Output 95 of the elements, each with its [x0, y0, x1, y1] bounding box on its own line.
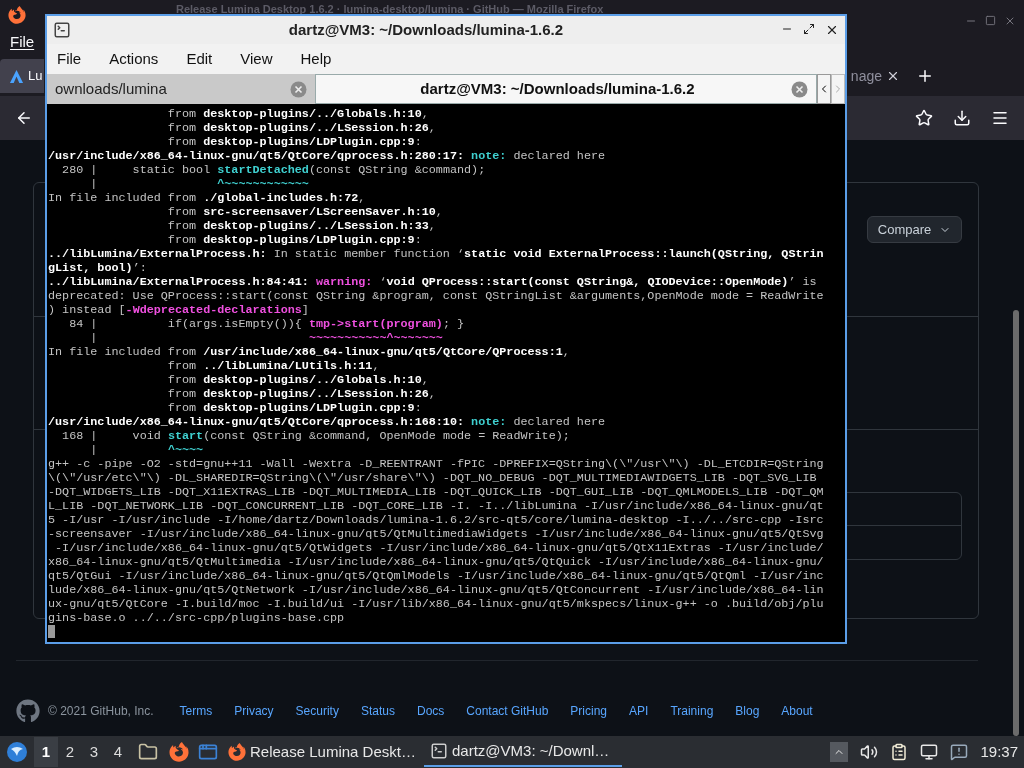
- terminal-line: gins-base.o ../../src-cpp/plugins-base.cpp: [48, 611, 345, 625]
- menu-item[interactable]: File: [10, 30, 35, 54]
- terminal-output[interactable]: [47, 104, 845, 642]
- terminal-line: /usr/include/x86_64-linux-gnu/qt5/QtCore/qprocess.h:168:10: note: declared here: [48, 415, 606, 429]
- close-icon[interactable]: [825, 23, 839, 37]
- terminal-line: /usr/include/x86_64-linux-gnu/qt5/QtCore/qprocess.h:280:17: note: declared here: [48, 149, 606, 163]
- menu-icon[interactable]: [991, 109, 1009, 127]
- terminal-line: qt5/QtGui -I/usr/include/x86_64-linux-gnu/qt5/QtQmlModels -I/usr/include/x86_64-linux-gnu/qt5/QtQml -I/usr/inc: [48, 569, 824, 583]
- terminal-line: ux-gnu/qt5/QtCore -I.build/moc -I.build/ui -I/usr/lib/x86_64-linux-gnu/qt5/mkspecs/linux-g++ -o .build/obj/plu: [48, 597, 824, 611]
- github-logo-icon[interactable]: [16, 699, 40, 723]
- menu-item[interactable]: File: [57, 47, 82, 71]
- terminal-line: from desktop-plugins/../LSession.h:26,: [166, 121, 436, 135]
- menu-item[interactable]: Edit: [186, 47, 213, 71]
- clipboard-icon[interactable]: [890, 743, 909, 761]
- window-icon[interactable]: [198, 742, 218, 762]
- terminal-line: \(\"/usr/etc\"\) -DL_SHAREDIR=QString\(\"/usr/share\"\) -DQT_NO_DEBUG -DQT_MULTIMEDIAWIDGETS_LIB -DQT_SVG_LIB: [48, 471, 817, 485]
- terminal-line: from desktop-plugins/LDPlugin.cpp:9:: [166, 233, 422, 247]
- terminal-line: gList, bool)’:: [48, 261, 147, 275]
- cursor: [48, 625, 55, 638]
- folder-icon[interactable]: [138, 742, 158, 762]
- terminal-line: -DQT_WIDGETS_LIB -DQT_X11EXTRAS_LIB -DQT_MULTIMEDIA_LIB -DQT_QUICK_LIB -DQT_GUI_LIB -DQT_QMLMODELS_LIB -DQT_QM: [48, 485, 824, 499]
- footer-link[interactable]: Privacy: [234, 702, 274, 720]
- terminal-line: from desktop-plugins/../Globals.h:10,: [166, 373, 429, 387]
- workspace-button[interactable]: 3: [82, 737, 106, 767]
- terminal-line: x86_64-linux-gnu/qt5/QtMultimedia -I/usr/include/x86_64-linux-gnu/qt5/QtQuick -I/usr/include/x86_64-linux-gnu/: [48, 555, 824, 569]
- footer-link[interactable]: Security: [295, 702, 339, 720]
- menu-item[interactable]: Help: [300, 47, 332, 71]
- terminal-line: L_LIB -DQT_NETWORK_LIB -DQT_CONCURRENT_LIB -DQT_CORE_LIB -I. -I../libLumina -I/usr/include/x86_64-linux-gnu/qt: [48, 499, 824, 513]
- footer-link[interactable]: Docs: [416, 702, 445, 720]
- new-tab-icon[interactable]: [916, 67, 934, 85]
- terminal-line: 168 | void start(const QString &command, OpenMode mode = ReadWrite);: [61, 429, 570, 443]
- task-button[interactable]: Release Lumina Deskt…: [222, 737, 420, 767]
- footer-link[interactable]: Contact GitHub: [466, 702, 549, 720]
- terminal-line: g++ -c -pipe -O2 -std=gnu++11 -Wall -Wextra -D_REENTRANT -fPIC -DPREFIX=QString\(\"/usr\"\) -DL_ETCDIR=QString: [48, 457, 824, 471]
- download-icon[interactable]: [953, 109, 971, 127]
- copyright-text: © 2021 GitHub, Inc.: [48, 703, 154, 720]
- terminal-line: from src-screensaver/LScreenSaver.h:10,: [166, 205, 443, 219]
- terminal-line: ../libLumina/ExternalProcess.h: In static member function ‘static void ExternalProcess::launch(QString, QStrin: [48, 247, 824, 261]
- terminal-line: 5 -I/usr -I/usr/include -I/home/dartz/Downloads/lumina-1.6.2/src-qt5/core/lumina-desktop -I../../src-cpp -Isrc: [48, 513, 824, 527]
- terminal-line: from desktop-plugins/../LSession.h:26,: [166, 387, 436, 401]
- terminal-line: deprecated: Use QProcess::start(const QString &program, const QStringList &arguments,OpenMode mode = ReadWrite: [48, 289, 824, 303]
- firefox-icon: [228, 743, 246, 761]
- terminal-icon: [53, 21, 71, 39]
- scrollbar-thumb[interactable]: [1013, 310, 1019, 736]
- terminal-line: 280 | static bool startDetached(const QString &command);: [61, 163, 486, 177]
- firefox-icon[interactable]: [169, 742, 189, 762]
- terminal-line: from desktop-plugins/../Globals.h:10,: [166, 107, 429, 121]
- footer-link[interactable]: Status: [360, 702, 395, 720]
- terminal-line: -I/usr/include/x86_64-linux-gnu/qt5/QtWidgets -I/usr/include/x86_64-linux-gnu/qt5/QtX11Extras -I/usr/include/: [54, 541, 824, 555]
- terminal-line: from ../libLumina/LUtils.h:11,: [166, 359, 380, 373]
- workspace-button[interactable]: 1: [34, 737, 58, 767]
- tray-expand-button[interactable]: [830, 742, 849, 762]
- clock[interactable]: 19:37: [980, 740, 1018, 764]
- notification-icon[interactable]: [950, 743, 969, 761]
- back-icon[interactable]: [15, 109, 33, 127]
- workspace-button[interactable]: 2: [58, 737, 82, 767]
- close-icon[interactable]: [886, 69, 900, 83]
- window-title: Release Lumina Desktop 1.6.2 · lumina-desktop/lumina · GitHub — Mozilla Firefox: [176, 2, 604, 17]
- menu-item[interactable]: View: [240, 47, 273, 71]
- footer-link[interactable]: API: [629, 702, 649, 720]
- browser-tab[interactable]: nage: [848, 59, 904, 93]
- terminal-line: from desktop-plugins/../LSession.h:33,: [166, 219, 436, 233]
- task-button[interactable]: dartz@VM3: ~/Downl…: [424, 737, 622, 767]
- footer-link[interactable]: Blog: [735, 702, 760, 720]
- mountain-icon: [9, 68, 24, 84]
- window-title: dartz@VM3: ~/Downloads/lumina-1.6.2: [287, 19, 565, 40]
- star-icon[interactable]: [915, 109, 933, 127]
- terminal-line: lude/x86_64-linux-gnu/qt5/QtNetwork -I/usr/include/x86_64-linux-gnu/qt5/QtConcurrent -I/usr/include/x86_64-lin: [48, 583, 824, 597]
- footer-link[interactable]: Pricing: [570, 702, 608, 720]
- terminal-line: | ^~~~~: [89, 443, 204, 457]
- terminal-tab[interactable]: dartz@VM3: ~/Downloads/lumina-1.6.2: [315, 74, 817, 104]
- terminal-line: from desktop-plugins/LDPlugin.cpp:9:: [166, 401, 422, 415]
- terminal-line: ) instead [-Wdeprecated-declarations]: [48, 303, 309, 317]
- maximize-icon[interactable]: [803, 23, 815, 35]
- start-menu-icon[interactable]: [6, 741, 28, 763]
- terminal-line: In file included from /usr/include/x86_64-linux-gnu/qt5/QtCore/QProcess:1,: [48, 345, 570, 359]
- terminal-line: ../libLumina/ExternalProcess.h:84:41: warning: ‘void QProcess::start(const QString&, QIODevice::OpenMode)’ is: [48, 275, 817, 289]
- browser-tab[interactable]: Lu: [0, 59, 44, 93]
- compare-button[interactable]: Compare: [867, 216, 962, 243]
- terminal-line: | ~~~~~~~~~~~^~~~~~~~: [89, 331, 443, 345]
- footer-link[interactable]: About: [781, 702, 813, 720]
- terminal-line: | ^~~~~~~~~~~~~: [89, 177, 309, 191]
- firefox-icon: [8, 6, 26, 24]
- menu-item[interactable]: Actions: [109, 47, 159, 71]
- terminal-icon: [430, 742, 448, 760]
- terminal-tab[interactable]: ownloads/lumina: [47, 74, 315, 104]
- terminal-line: 84 | if(args.isEmpty()){ tmp->start(program); }: [68, 317, 465, 331]
- terminal-line: -screensaver -I/usr/include/x86_64-linux-gnu/qt5/QtMultimediaWidgets -I/usr/include/x86_64-linux-gnu/qt5/QtSvg: [48, 527, 824, 541]
- footer-link[interactable]: Training: [670, 702, 714, 720]
- workspace-button[interactable]: 4: [106, 737, 130, 767]
- speaker-icon[interactable]: [860, 743, 879, 761]
- terminal-line: from desktop-plugins/LDPlugin.cpp:9:: [166, 135, 422, 149]
- terminal-line: In file included from ./global-includes.h:72,: [48, 191, 366, 205]
- footer-link[interactable]: Terms: [179, 702, 213, 720]
- scroll-left-button[interactable]: [817, 74, 831, 104]
